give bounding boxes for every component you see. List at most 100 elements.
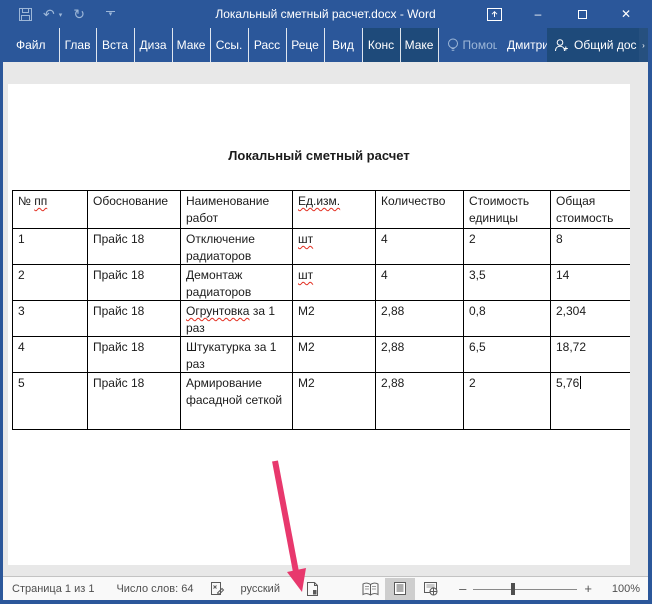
ribbon-tab[interactable]: Реце bbox=[287, 28, 325, 62]
table-header-row: № пп Обоснование Наименование работ Ед.изм.… bbox=[12, 190, 630, 229]
word-window: ↶ ▾ ↻ ▾ Локальный сметный расчет.docx - … bbox=[0, 0, 652, 604]
table-cell[interactable]: 3,5 bbox=[463, 264, 551, 301]
table-header-cell[interactable]: Стоимость единицы bbox=[463, 190, 551, 229]
document-area: Локальный сметный расчет № пп Обоснование… bbox=[3, 62, 648, 576]
share-label: Общий дос bbox=[574, 38, 637, 52]
table-row: 2 Прайс 18 Демонтаж радиаторов шт 4 3,5 14 bbox=[12, 264, 630, 301]
table-header-cell[interactable]: Наименование работ bbox=[180, 190, 293, 229]
window-controls: – ✕ bbox=[472, 0, 648, 28]
table-cell[interactable]: 18,72 bbox=[550, 336, 630, 373]
table-row: 1 Прайс 18 Отключение радиаторов шт 4 2 8 bbox=[12, 228, 630, 265]
maximize-button[interactable] bbox=[560, 0, 604, 28]
lightbulb-icon bbox=[447, 38, 459, 53]
table-cell[interactable]: М2 bbox=[292, 336, 376, 373]
ribbon-display-options-icon[interactable] bbox=[472, 0, 516, 28]
close-button[interactable]: ✕ bbox=[604, 0, 648, 28]
ribbon-tab[interactable]: Расс bbox=[249, 28, 287, 62]
table-header-cell[interactable]: Общая стоимость bbox=[550, 190, 630, 229]
tab-file[interactable]: Файл bbox=[3, 28, 59, 62]
read-mode-button[interactable] bbox=[355, 578, 385, 600]
web-layout-button[interactable] bbox=[415, 578, 445, 600]
table-cell[interactable]: 5,76 bbox=[550, 372, 630, 430]
table-cell[interactable]: 2,88 bbox=[375, 336, 464, 373]
table-cell[interactable]: 2 bbox=[463, 372, 551, 430]
estimate-table: № пп Обоснование Наименование работ Ед.изм.… bbox=[12, 190, 630, 430]
zoom-in-button[interactable]: + bbox=[584, 581, 592, 596]
word-count[interactable]: Число слов: 64 bbox=[116, 583, 193, 595]
zoom-slider[interactable] bbox=[473, 578, 578, 600]
ribbon-tab[interactable]: Маке bbox=[400, 28, 439, 62]
ribbon-tab[interactable]: Вид bbox=[325, 28, 363, 62]
table-cell[interactable]: 4 bbox=[12, 336, 88, 373]
table-cell[interactable]: 4 bbox=[375, 228, 464, 265]
table-cell[interactable]: 0,8 bbox=[463, 300, 551, 337]
table-cell[interactable]: 8 bbox=[550, 228, 630, 265]
table-cell[interactable]: 2,88 bbox=[375, 372, 464, 430]
undo-icon[interactable]: ↶ bbox=[43, 7, 55, 21]
table-cell[interactable]: шт bbox=[292, 228, 376, 265]
table-cell[interactable]: Армирование фасадной сеткой bbox=[180, 372, 293, 430]
document-title[interactable]: Локальный сметный расчет bbox=[8, 148, 630, 163]
zoom-level[interactable]: 100% bbox=[606, 583, 640, 595]
print-layout-button[interactable] bbox=[385, 577, 416, 600]
ribbon-tab[interactable]: Конс bbox=[362, 28, 401, 62]
table-cell[interactable]: Штукатурка за 1 раз bbox=[180, 336, 293, 373]
table-cell[interactable]: Прайс 18 bbox=[87, 300, 181, 337]
ribbon-tab-row: Файл Глав Вста Диза Маке Ссы. Расс Реце Вид Конс… bbox=[3, 28, 648, 62]
table-cell[interactable]: 2,304 bbox=[550, 300, 630, 337]
proofing-errors-icon[interactable] bbox=[210, 581, 225, 596]
table-cell[interactable]: Огрунтовка за 1 раз bbox=[180, 300, 293, 337]
table-cell[interactable]: 2 bbox=[12, 264, 88, 301]
table-header-cell[interactable]: Количество bbox=[375, 190, 464, 229]
document-page[interactable]: Локальный сметный расчет № пп Обоснование… bbox=[8, 84, 630, 565]
save-icon[interactable] bbox=[19, 7, 32, 21]
table-cell[interactable]: М2 bbox=[292, 372, 376, 430]
table-cell[interactable]: шт bbox=[292, 264, 376, 301]
tell-me-button[interactable]: Помощь bbox=[447, 28, 497, 62]
page-indicator[interactable]: Страница 1 из 1 bbox=[12, 583, 94, 595]
table-cell[interactable]: Отключение радиаторов bbox=[180, 228, 293, 265]
language-indicator[interactable]: русский bbox=[241, 583, 280, 595]
table-cell[interactable]: М2 bbox=[292, 300, 376, 337]
table-cell[interactable]: 5 bbox=[12, 372, 88, 430]
ribbon-tab[interactable]: Маке bbox=[173, 28, 211, 62]
tell-me-label: Помощь bbox=[462, 38, 497, 52]
share-person-icon bbox=[554, 38, 569, 52]
minimize-button[interactable]: – bbox=[516, 0, 560, 28]
table-cell[interactable]: 6,5 bbox=[463, 336, 551, 373]
macro-record-icon[interactable] bbox=[306, 581, 320, 597]
ribbon-overflow-button[interactable]: › bbox=[639, 28, 648, 62]
undo-dropdown-icon[interactable]: ▾ bbox=[59, 11, 63, 21]
estimate-table-body: 1 Прайс 18 Отключение радиаторов шт 4 2 8 2 Прай… bbox=[12, 228, 630, 430]
table-cell[interactable]: 3 bbox=[12, 300, 88, 337]
table-cell[interactable]: Демонтаж радиаторов bbox=[180, 264, 293, 301]
zoom-out-button[interactable]: – bbox=[459, 581, 466, 596]
table-row: 5 Прайс 18 Армирование фасадной сеткой М2 2,… bbox=[12, 372, 630, 430]
ribbon-tab[interactable]: Вста bbox=[97, 28, 135, 62]
table-header-cell[interactable]: № пп bbox=[12, 190, 88, 229]
table-cell[interactable]: Прайс 18 bbox=[87, 336, 181, 373]
table-cell[interactable]: Прайс 18 bbox=[87, 372, 181, 430]
table-header-cell[interactable]: Ед.изм. bbox=[292, 190, 376, 229]
table-cell[interactable]: Прайс 18 bbox=[87, 228, 181, 265]
table-cell[interactable]: 4 bbox=[375, 264, 464, 301]
table-header-cell[interactable]: Обоснование bbox=[87, 190, 181, 229]
ribbon-tab[interactable]: Ссы. bbox=[211, 28, 249, 62]
redo-icon[interactable]: ↻ bbox=[73, 7, 85, 21]
account-user-button[interactable]: Дмитрие... bbox=[507, 28, 547, 62]
table-cell[interactable]: 14 bbox=[550, 264, 630, 301]
share-button[interactable]: Общий дос bbox=[547, 28, 639, 62]
table-cell[interactable]: 1 bbox=[12, 228, 88, 265]
table-cell[interactable]: 2,88 bbox=[375, 300, 464, 337]
table-cell[interactable]: 2 bbox=[463, 228, 551, 265]
view-shortcuts bbox=[355, 577, 445, 600]
table-row: 3 Прайс 18 Огрунтовка за 1 раз М2 2,88 0,8 2,3… bbox=[12, 300, 630, 337]
zoom-slider-thumb[interactable] bbox=[510, 582, 515, 595]
ribbon-tabs-group: Глав Вста Диза Маке Ссы. Расс Реце Вид Конс Маке bbox=[58, 28, 439, 62]
status-bar: Страница 1 из 1 Число слов: 64 русский –… bbox=[3, 576, 648, 600]
ribbon-tab[interactable]: Диза bbox=[135, 28, 173, 62]
text-cursor bbox=[580, 376, 582, 389]
table-cell[interactable]: Прайс 18 bbox=[87, 264, 181, 301]
ribbon-tab[interactable]: Глав bbox=[58, 28, 97, 62]
customize-qat-icon[interactable]: ▾ bbox=[105, 11, 115, 18]
